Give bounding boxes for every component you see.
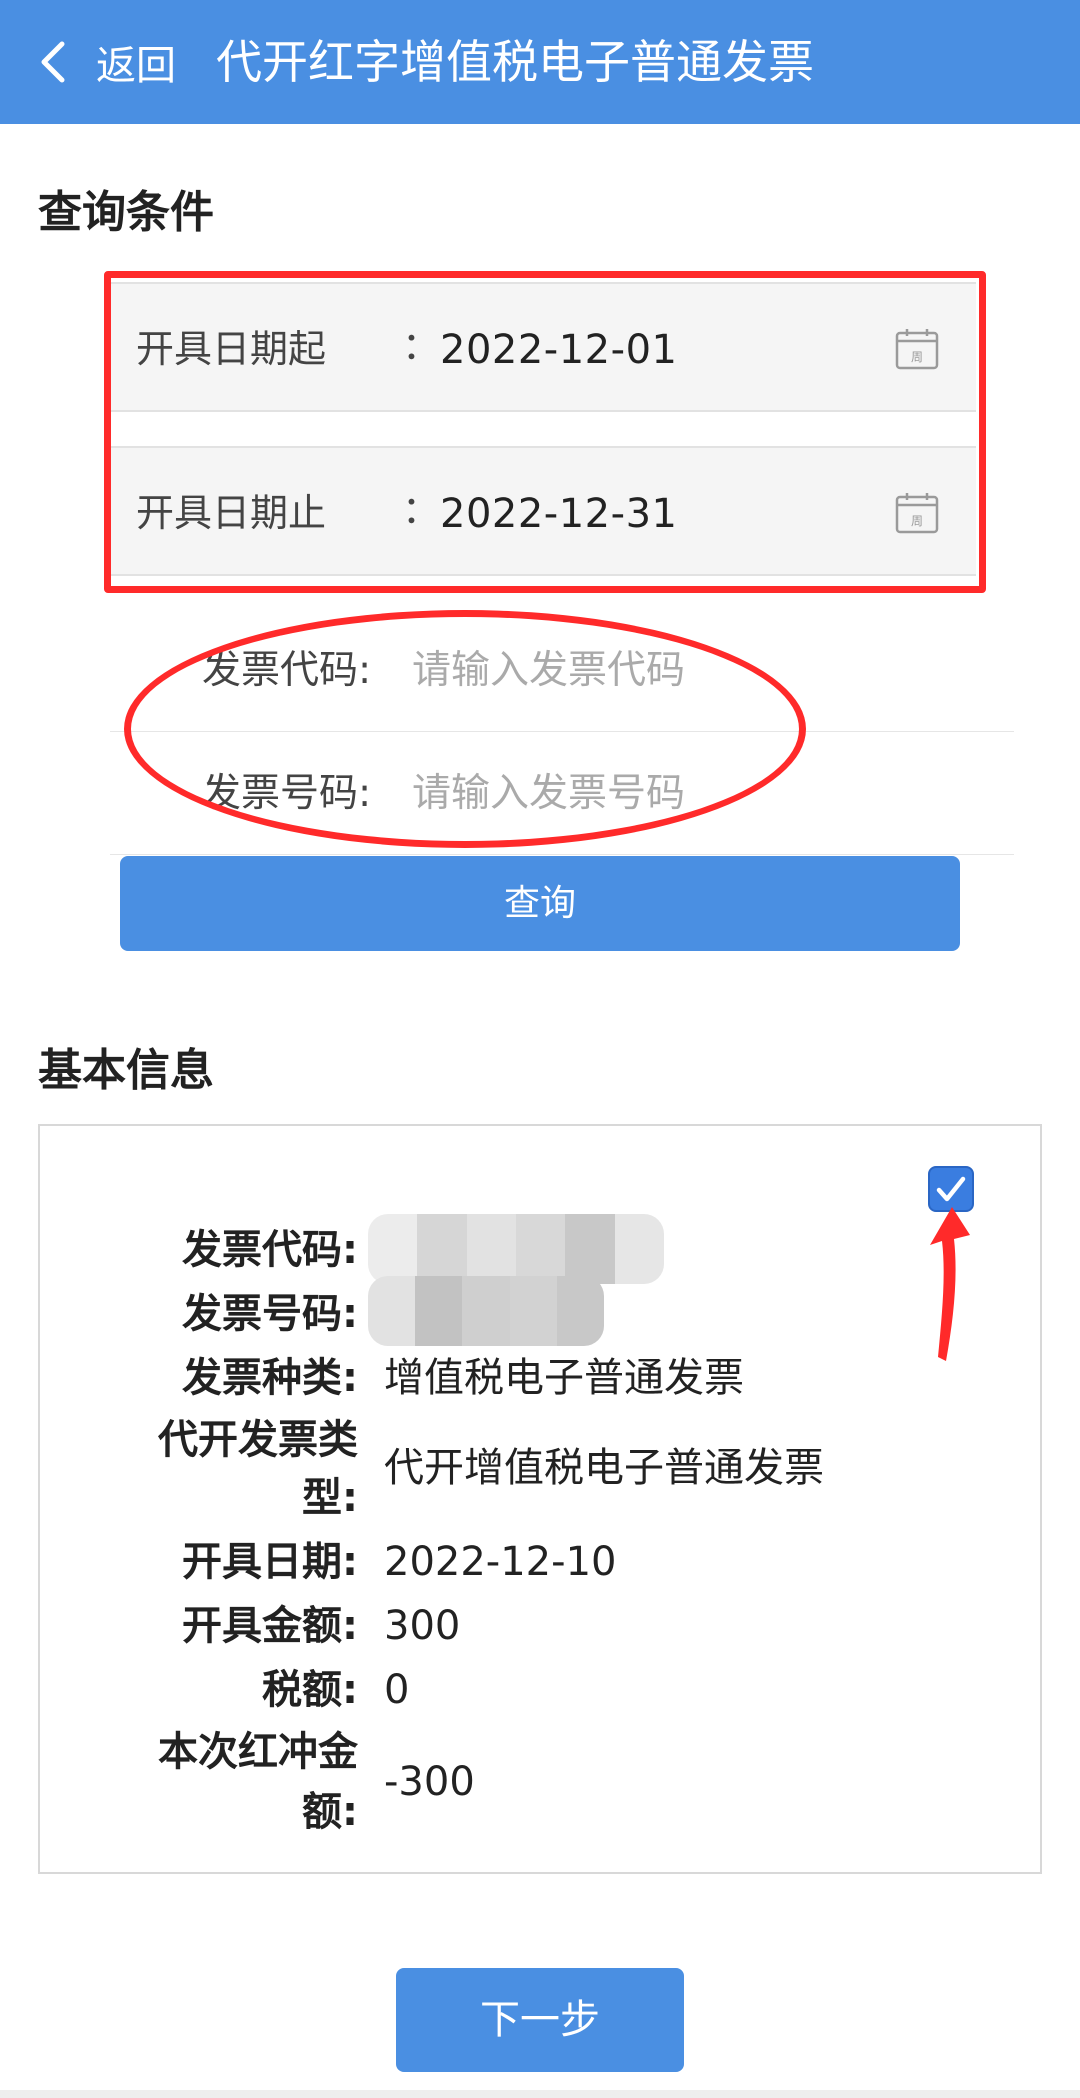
end-date-value[interactable]: 2022-12-31 — [440, 448, 677, 580]
start-date-label: 开具日期起 — [136, 327, 327, 371]
back-button[interactable]: 返回 — [38, 30, 176, 94]
info-issue-date-label: 开具日期: — [182, 1539, 358, 1585]
query-section-title: 查询条件 — [38, 187, 214, 238]
invoice-number-label: 发票号码: — [202, 771, 372, 816]
info-amount-label: 开具金额: — [182, 1603, 358, 1649]
next-step-button[interactable]: 下一步 — [396, 1968, 684, 2072]
redacted-invoice-code — [368, 1214, 664, 1284]
start-date-colon: ： — [402, 324, 441, 368]
invoice-code-label: 发票代码: — [202, 648, 372, 693]
query-button[interactable]: 查询 — [120, 856, 960, 951]
calendar-icon[interactable]: 周 — [895, 328, 939, 370]
checkmark-icon — [936, 1176, 966, 1202]
svg-text:周: 周 — [911, 350, 923, 364]
info-invoice-type-label: 发票种类: — [182, 1355, 358, 1401]
back-label: 返回 — [96, 43, 176, 89]
info-section-title: 基本信息 — [38, 1045, 214, 1096]
info-issue-type-label-line2: 型: — [302, 1475, 358, 1521]
info-invoice-number-label: 发票号码: — [182, 1291, 358, 1337]
info-invoice-type-value: 增值税电子普通发票 — [384, 1355, 744, 1401]
invoice-number-row: 发票号码: — [110, 733, 1014, 855]
info-red-amount-label-line2: 额: — [302, 1789, 358, 1835]
info-tax-value: 0 — [384, 1667, 410, 1713]
redacted-invoice-number — [368, 1276, 604, 1346]
info-invoice-code-label: 发票代码: — [182, 1227, 358, 1273]
chevron-left-icon — [41, 41, 65, 83]
bottom-divider — [0, 2090, 1080, 2098]
info-red-amount-value: -300 — [384, 1759, 475, 1805]
invoice-code-row: 发票代码: — [110, 610, 1014, 732]
end-date-field[interactable]: 开具日期止 ： 2022-12-31 周 — [110, 446, 976, 576]
svg-text:周: 周 — [911, 514, 923, 528]
invoice-code-input[interactable] — [412, 634, 972, 706]
start-date-field[interactable]: 开具日期起 ： 2022-12-01 周 — [110, 282, 976, 412]
page-title: 代开红字增值税电子普通发票 — [216, 35, 814, 89]
info-tax-label: 税额: — [262, 1667, 358, 1713]
select-checkbox[interactable] — [928, 1166, 974, 1212]
info-issue-date-value: 2022-12-10 — [384, 1539, 617, 1585]
invoice-number-input[interactable] — [412, 757, 972, 829]
start-date-value[interactable]: 2022-12-01 — [440, 284, 677, 416]
end-date-label: 开具日期止 — [136, 491, 327, 535]
calendar-icon[interactable]: 周 — [895, 492, 939, 534]
info-issue-type-label-line1: 代开发票类 — [158, 1417, 358, 1463]
info-red-amount-label-line1: 本次红冲金 — [158, 1729, 358, 1775]
end-date-colon: ： — [402, 488, 441, 532]
top-nav-bar: 返回 代开红字增值税电子普通发票 — [0, 0, 1080, 124]
info-amount-value: 300 — [384, 1603, 461, 1649]
info-issue-type-value: 代开增值税电子普通发票 — [384, 1445, 824, 1491]
